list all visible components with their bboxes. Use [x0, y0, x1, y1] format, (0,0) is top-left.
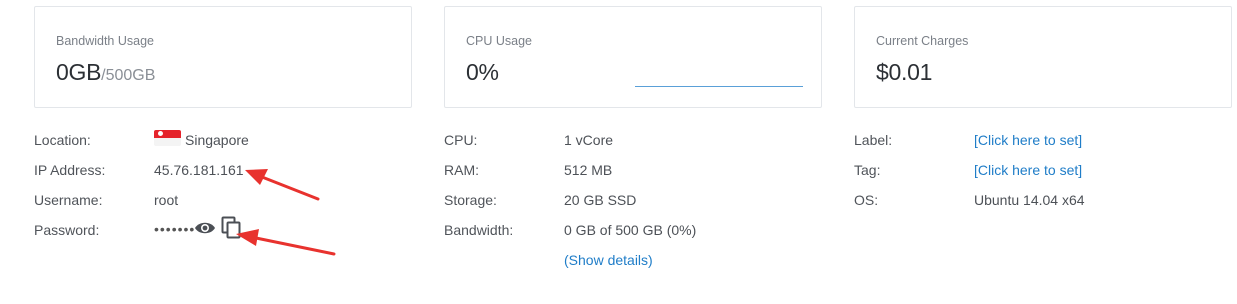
arrow-to-copy-icon	[236, 229, 336, 256]
arrow-to-ip-address	[245, 169, 320, 201]
annotation-arrows	[236, 169, 336, 256]
